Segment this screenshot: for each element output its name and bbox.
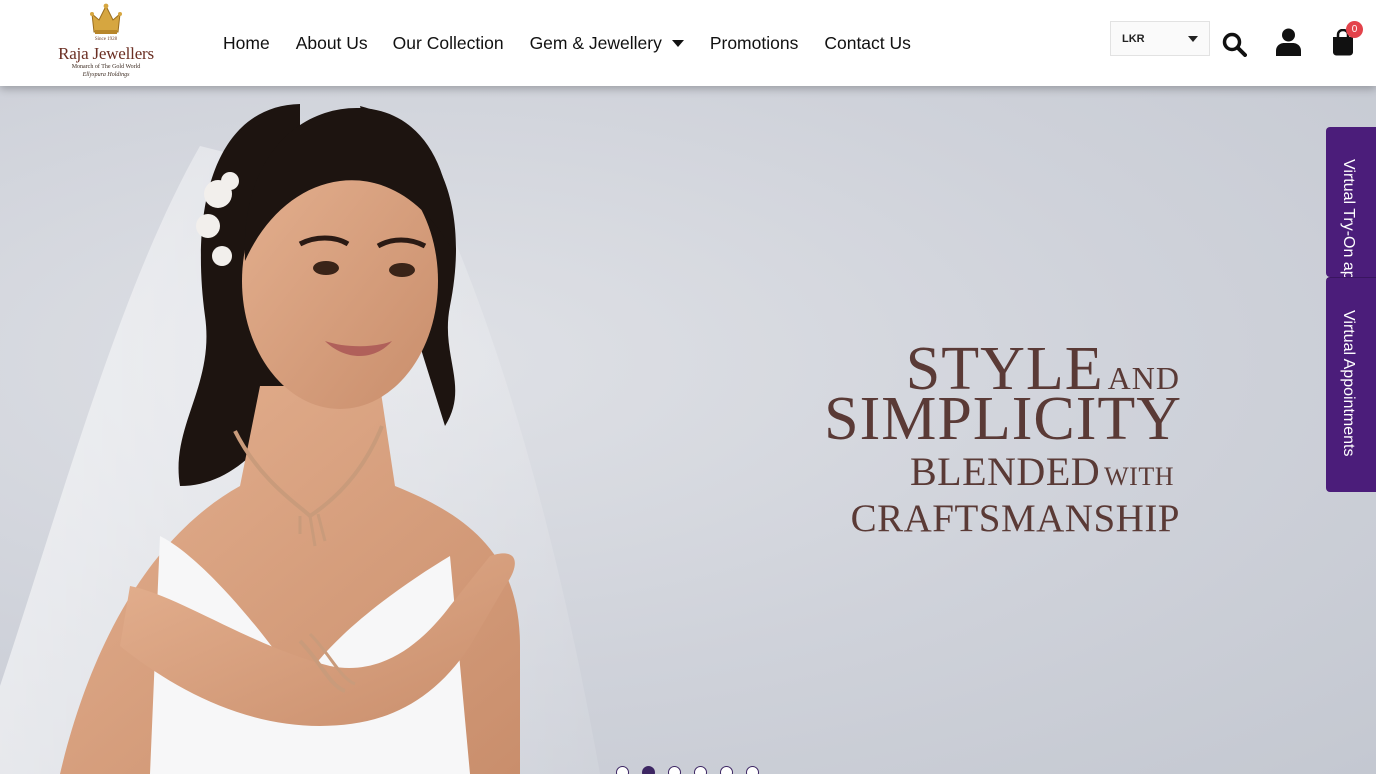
crown-emblem-icon xyxy=(90,3,122,34)
headline-craftsmanship: CRAFTSMANSHIP xyxy=(850,497,1180,540)
nav-contact-us[interactable]: Contact Us xyxy=(824,33,911,54)
logo-tagline: Monarch of The Gold World xyxy=(71,64,141,70)
virtual-try-on-tab[interactable]: Virtual Try-On app xyxy=(1326,127,1376,277)
headline-with: WITH xyxy=(1104,462,1174,491)
currency-value: LKR xyxy=(1122,32,1145,45)
nav-our-collection[interactable]: Our Collection xyxy=(393,33,504,54)
logo-holding: Ellyspura Holdings xyxy=(82,72,130,78)
nav-promotions[interactable]: Promotions xyxy=(710,33,799,54)
virtual-appointments-tab[interactable]: Virtual Appointments xyxy=(1326,277,1376,492)
slide-dot[interactable] xyxy=(720,766,733,774)
headline-line-3: BLENDED WITH xyxy=(910,448,1174,495)
logo-since: Since 1928 xyxy=(94,37,118,42)
headline-blended: BLENDED xyxy=(910,449,1101,494)
nav-home[interactable]: Home xyxy=(223,33,270,54)
brand-logo[interactable]: Since 1928 Raja Jewellers Monarch of The… xyxy=(48,2,164,82)
headline-simplicity: SIMPLICITY xyxy=(824,385,1182,453)
user-icon[interactable] xyxy=(1276,28,1301,56)
virtual-try-on-label: Virtual Try-On app xyxy=(1340,159,1357,277)
hero-slider: STYLE AND SIMPLICITY BLENDED WITH CRAFTS… xyxy=(0,86,1376,774)
slide-dot[interactable] xyxy=(668,766,681,774)
slider-pagination xyxy=(616,766,772,774)
virtual-appointments-label: Virtual Appointments xyxy=(1340,310,1357,457)
slide-dot[interactable] xyxy=(746,766,759,774)
slide-dot[interactable] xyxy=(616,766,629,774)
nav-about-us[interactable]: About Us xyxy=(296,33,368,54)
main-nav: Home About Us Our Collection Gem & Jewel… xyxy=(223,31,911,55)
cart-count-badge: 0 xyxy=(1346,21,1363,38)
slide-dot[interactable] xyxy=(694,766,707,774)
search-icon[interactable] xyxy=(1222,32,1247,57)
caret-down-icon xyxy=(1188,36,1198,42)
logo-brand-name: Raja Jewellers xyxy=(58,44,154,63)
site-header: Since 1928 Raja Jewellers Monarch of The… xyxy=(0,0,1376,86)
nav-gem-jewellery-label: Gem & Jewellery xyxy=(529,32,662,53)
nav-gem-jewellery[interactable]: Gem & Jewellery xyxy=(530,33,684,54)
slide-dot-active[interactable] xyxy=(642,766,655,774)
currency-select[interactable]: LKR xyxy=(1110,21,1210,56)
chevron-down-icon xyxy=(671,39,684,47)
